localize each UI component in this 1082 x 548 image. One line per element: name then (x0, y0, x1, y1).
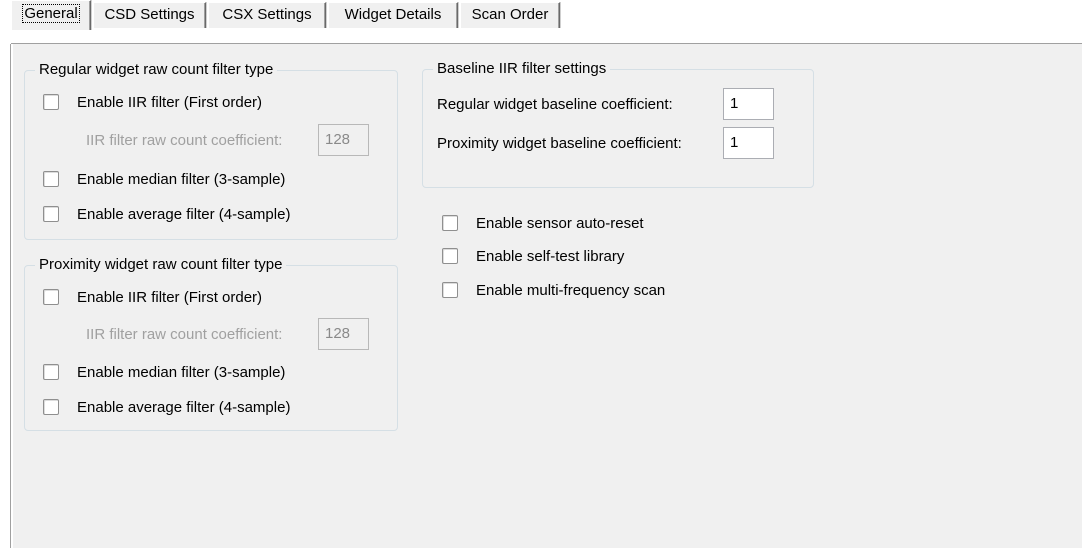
regular-average-checkbox-row[interactable]: Enable average filter (4-sample) (43, 203, 290, 225)
tab-general-label: General (22, 4, 80, 23)
proximity-coeff-label-row: IIR filter raw count coefficient: (86, 323, 282, 345)
auto-reset-checkbox[interactable] (442, 215, 458, 231)
proximity-median-label: Enable median filter (3-sample) (77, 363, 286, 381)
baseline-regular-input[interactable]: 1 (723, 88, 774, 120)
tab-csd-settings[interactable]: CSD Settings (93, 2, 206, 28)
proximity-coeff-label: IIR filter raw count coefficient: (86, 325, 283, 343)
tab-general[interactable]: General (11, 0, 91, 30)
regular-median-checkbox[interactable] (43, 171, 59, 187)
self-test-checkbox[interactable] (442, 248, 458, 264)
tab-scan-order-label: Scan Order (471, 6, 549, 23)
proximity-median-checkbox[interactable] (43, 364, 59, 380)
multi-frequency-label: Enable multi-frequency scan (476, 281, 666, 299)
regular-coeff-label: IIR filter raw count coefficient: (86, 131, 283, 149)
proximity-average-checkbox[interactable] (43, 399, 59, 415)
tab-csx-settings-label: CSX Settings (222, 6, 312, 23)
proximity-iir-checkbox[interactable] (43, 289, 59, 305)
proximity-iir-label: Enable IIR filter (First order) (77, 288, 263, 306)
regular-filter-group-title: Regular widget raw count filter type (35, 61, 278, 79)
baseline-proximity-input[interactable]: 1 (723, 127, 774, 159)
regular-iir-checkbox[interactable] (43, 94, 59, 110)
proximity-filter-group-title: Proximity widget raw count filter type (35, 256, 287, 274)
tab-widget-details[interactable]: Widget Details (328, 2, 458, 28)
auto-reset-checkbox-row[interactable]: Enable sensor auto-reset (442, 212, 644, 234)
proximity-average-label: Enable average filter (4-sample) (77, 398, 291, 416)
self-test-label: Enable self-test library (476, 247, 625, 265)
regular-coeff-label-row: IIR filter raw count coefficient: (86, 129, 282, 151)
regular-iir-label: Enable IIR filter (First order) (77, 93, 263, 111)
tab-csd-settings-label: CSD Settings (104, 6, 195, 23)
baseline-regular-label: Regular widget baseline coefficient: (437, 95, 673, 113)
tab-widget-details-label: Widget Details (344, 6, 442, 23)
tab-csx-settings[interactable]: CSX Settings (208, 2, 326, 28)
regular-median-label: Enable median filter (3-sample) (77, 170, 286, 188)
regular-average-label: Enable average filter (4-sample) (77, 205, 291, 223)
proximity-average-checkbox-row[interactable]: Enable average filter (4-sample) (43, 396, 290, 418)
auto-reset-label: Enable sensor auto-reset (476, 214, 644, 232)
regular-iir-checkbox-row[interactable]: Enable IIR filter (First order) (43, 91, 262, 113)
tab-scan-order[interactable]: Scan Order (460, 2, 560, 28)
baseline-regular-label-row: Regular widget baseline coefficient: (437, 93, 673, 115)
baseline-group-title: Baseline IIR filter settings (433, 60, 611, 78)
proximity-median-checkbox-row[interactable]: Enable median filter (3-sample) (43, 361, 285, 383)
regular-coeff-input[interactable]: 128 (318, 124, 369, 156)
multi-frequency-checkbox[interactable] (442, 282, 458, 298)
baseline-proximity-label: Proximity widget baseline coefficient: (437, 134, 682, 152)
baseline-proximity-label-row: Proximity widget baseline coefficient: (437, 132, 682, 154)
proximity-coeff-input[interactable]: 128 (318, 318, 369, 350)
multi-frequency-checkbox-row[interactable]: Enable multi-frequency scan (442, 279, 665, 301)
self-test-checkbox-row[interactable]: Enable self-test library (442, 245, 624, 267)
proximity-iir-checkbox-row[interactable]: Enable IIR filter (First order) (43, 286, 262, 308)
tabstrip-baseline (11, 43, 1082, 44)
regular-median-checkbox-row[interactable]: Enable median filter (3-sample) (43, 168, 285, 190)
regular-average-checkbox[interactable] (43, 206, 59, 222)
